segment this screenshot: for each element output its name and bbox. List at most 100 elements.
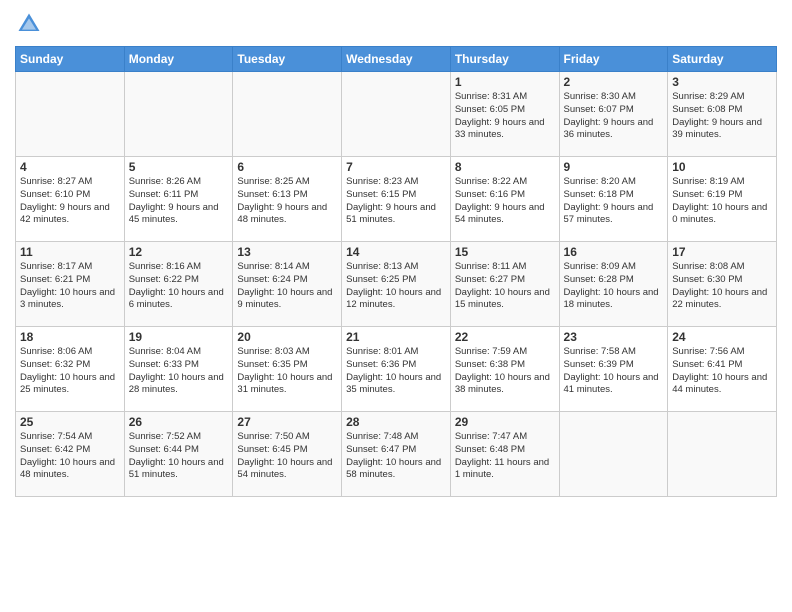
day-number: 2 bbox=[564, 75, 664, 89]
day-number: 10 bbox=[672, 160, 772, 174]
day-cell: 4 Sunrise: 8:27 AM Sunset: 6:10 PM Daylig… bbox=[16, 157, 125, 242]
calendar-page: SundayMondayTuesdayWednesdayThursdayFrid… bbox=[0, 0, 792, 612]
day-info: Sunrise: 8:20 AM Sunset: 6:18 PM Dayligh… bbox=[564, 176, 664, 227]
day-number: 7 bbox=[346, 160, 446, 174]
day-number: 28 bbox=[346, 415, 446, 429]
day-info: Sunrise: 8:13 AM Sunset: 6:25 PM Dayligh… bbox=[346, 261, 446, 312]
week-row-2: 4 Sunrise: 8:27 AM Sunset: 6:10 PM Daylig… bbox=[16, 157, 777, 242]
day-number: 18 bbox=[20, 330, 120, 344]
day-number: 3 bbox=[672, 75, 772, 89]
day-cell bbox=[342, 72, 451, 157]
day-cell: 1Sunrise: 8:31 AM Sunset: 6:05 PM Daylig… bbox=[450, 72, 559, 157]
day-cell: 22 Sunrise: 7:59 AM Sunset: 6:38 PM Dayli… bbox=[450, 327, 559, 412]
week-row-4: 18 Sunrise: 8:06 AM Sunset: 6:32 PM Dayli… bbox=[16, 327, 777, 412]
weekday-header-monday: Monday bbox=[124, 47, 233, 72]
day-info: Sunrise: 7:52 AM Sunset: 6:44 PM Dayligh… bbox=[129, 431, 229, 482]
day-cell: 29 Sunrise: 7:47 AM Sunset: 6:48 PM Dayli… bbox=[450, 412, 559, 497]
day-number: 22 bbox=[455, 330, 555, 344]
day-number: 26 bbox=[129, 415, 229, 429]
day-info: Sunrise: 8:04 AM Sunset: 6:33 PM Dayligh… bbox=[129, 346, 229, 397]
day-number: 12 bbox=[129, 245, 229, 259]
day-cell: 14 Sunrise: 8:13 AM Sunset: 6:25 PM Dayli… bbox=[342, 242, 451, 327]
day-info: Sunrise: 8:25 AM Sunset: 6:13 PM Dayligh… bbox=[237, 176, 337, 227]
day-cell: 8 Sunrise: 8:22 AM Sunset: 6:16 PM Daylig… bbox=[450, 157, 559, 242]
logo bbox=[15, 10, 47, 38]
day-cell bbox=[124, 72, 233, 157]
day-info: Sunrise: 7:54 AM Sunset: 6:42 PM Dayligh… bbox=[20, 431, 120, 482]
day-number: 11 bbox=[20, 245, 120, 259]
day-cell: 25 Sunrise: 7:54 AM Sunset: 6:42 PM Dayli… bbox=[16, 412, 125, 497]
day-cell: 3Sunrise: 8:29 AM Sunset: 6:08 PM Daylig… bbox=[668, 72, 777, 157]
week-row-5: 25 Sunrise: 7:54 AM Sunset: 6:42 PM Dayli… bbox=[16, 412, 777, 497]
day-cell: 20 Sunrise: 8:03 AM Sunset: 6:35 PM Dayli… bbox=[233, 327, 342, 412]
day-cell: 27 Sunrise: 7:50 AM Sunset: 6:45 PM Dayli… bbox=[233, 412, 342, 497]
day-cell bbox=[559, 412, 668, 497]
weekday-header-row: SundayMondayTuesdayWednesdayThursdayFrid… bbox=[16, 47, 777, 72]
day-info: Sunrise: 8:23 AM Sunset: 6:15 PM Dayligh… bbox=[346, 176, 446, 227]
day-info: Sunrise: 8:06 AM Sunset: 6:32 PM Dayligh… bbox=[20, 346, 120, 397]
weekday-header-thursday: Thursday bbox=[450, 47, 559, 72]
day-cell: 28Sunrise: 7:48 AM Sunset: 6:47 PM Dayli… bbox=[342, 412, 451, 497]
day-info: Sunrise: 8:01 AM Sunset: 6:36 PM Dayligh… bbox=[346, 346, 446, 397]
day-info: Sunrise: 7:50 AM Sunset: 6:45 PM Dayligh… bbox=[237, 431, 337, 482]
day-info: Sunrise: 8:19 AM Sunset: 6:19 PM Dayligh… bbox=[672, 176, 772, 227]
day-cell bbox=[233, 72, 342, 157]
day-cell: 17 Sunrise: 8:08 AM Sunset: 6:30 PM Dayli… bbox=[668, 242, 777, 327]
day-cell: 9Sunrise: 8:20 AM Sunset: 6:18 PM Daylig… bbox=[559, 157, 668, 242]
calendar-table: SundayMondayTuesdayWednesdayThursdayFrid… bbox=[15, 46, 777, 497]
day-number: 25 bbox=[20, 415, 120, 429]
day-number: 27 bbox=[237, 415, 337, 429]
day-cell: 10 Sunrise: 8:19 AM Sunset: 6:19 PM Dayli… bbox=[668, 157, 777, 242]
weekday-header-friday: Friday bbox=[559, 47, 668, 72]
week-row-3: 11 Sunrise: 8:17 AM Sunset: 6:21 PM Dayli… bbox=[16, 242, 777, 327]
day-info: Sunrise: 8:30 AM Sunset: 6:07 PM Dayligh… bbox=[564, 91, 664, 142]
day-cell: 2 Sunrise: 8:30 AM Sunset: 6:07 PM Daylig… bbox=[559, 72, 668, 157]
day-info: Sunrise: 8:03 AM Sunset: 6:35 PM Dayligh… bbox=[237, 346, 337, 397]
day-cell: 6 Sunrise: 8:25 AM Sunset: 6:13 PM Daylig… bbox=[233, 157, 342, 242]
day-number: 29 bbox=[455, 415, 555, 429]
weekday-header-tuesday: Tuesday bbox=[233, 47, 342, 72]
weekday-header-saturday: Saturday bbox=[668, 47, 777, 72]
day-number: 1 bbox=[455, 75, 555, 89]
day-cell: 19Sunrise: 8:04 AM Sunset: 6:33 PM Dayli… bbox=[124, 327, 233, 412]
day-number: 14 bbox=[346, 245, 446, 259]
day-info: Sunrise: 8:08 AM Sunset: 6:30 PM Dayligh… bbox=[672, 261, 772, 312]
day-number: 4 bbox=[20, 160, 120, 174]
day-number: 16 bbox=[564, 245, 664, 259]
day-info: Sunrise: 8:16 AM Sunset: 6:22 PM Dayligh… bbox=[129, 261, 229, 312]
day-number: 13 bbox=[237, 245, 337, 259]
weekday-header-wednesday: Wednesday bbox=[342, 47, 451, 72]
day-cell: 12 Sunrise: 8:16 AM Sunset: 6:22 PM Dayli… bbox=[124, 242, 233, 327]
logo-icon bbox=[15, 10, 43, 38]
day-info: Sunrise: 8:22 AM Sunset: 6:16 PM Dayligh… bbox=[455, 176, 555, 227]
day-cell: 18 Sunrise: 8:06 AM Sunset: 6:32 PM Dayli… bbox=[16, 327, 125, 412]
day-cell: 11 Sunrise: 8:17 AM Sunset: 6:21 PM Dayli… bbox=[16, 242, 125, 327]
day-cell bbox=[668, 412, 777, 497]
day-info: Sunrise: 7:59 AM Sunset: 6:38 PM Dayligh… bbox=[455, 346, 555, 397]
day-cell: 23 Sunrise: 7:58 AM Sunset: 6:39 PM Dayli… bbox=[559, 327, 668, 412]
day-cell: 26 Sunrise: 7:52 AM Sunset: 6:44 PM Dayli… bbox=[124, 412, 233, 497]
day-cell bbox=[16, 72, 125, 157]
day-cell: 21Sunrise: 8:01 AM Sunset: 6:36 PM Dayli… bbox=[342, 327, 451, 412]
day-cell: 13 Sunrise: 8:14 AM Sunset: 6:24 PM Dayli… bbox=[233, 242, 342, 327]
day-info: Sunrise: 8:17 AM Sunset: 6:21 PM Dayligh… bbox=[20, 261, 120, 312]
day-info: Sunrise: 8:27 AM Sunset: 6:10 PM Dayligh… bbox=[20, 176, 120, 227]
day-info: Sunrise: 7:58 AM Sunset: 6:39 PM Dayligh… bbox=[564, 346, 664, 397]
day-number: 17 bbox=[672, 245, 772, 259]
day-number: 6 bbox=[237, 160, 337, 174]
day-number: 8 bbox=[455, 160, 555, 174]
day-info: Sunrise: 7:47 AM Sunset: 6:48 PM Dayligh… bbox=[455, 431, 555, 482]
day-number: 5 bbox=[129, 160, 229, 174]
day-info: Sunrise: 7:56 AM Sunset: 6:41 PM Dayligh… bbox=[672, 346, 772, 397]
day-number: 23 bbox=[564, 330, 664, 344]
day-info: Sunrise: 8:14 AM Sunset: 6:24 PM Dayligh… bbox=[237, 261, 337, 312]
day-cell: 16 Sunrise: 8:09 AM Sunset: 6:28 PM Dayli… bbox=[559, 242, 668, 327]
header bbox=[15, 10, 777, 38]
day-number: 20 bbox=[237, 330, 337, 344]
day-info: Sunrise: 8:09 AM Sunset: 6:28 PM Dayligh… bbox=[564, 261, 664, 312]
weekday-header-sunday: Sunday bbox=[16, 47, 125, 72]
day-cell: 15Sunrise: 8:11 AM Sunset: 6:27 PM Dayli… bbox=[450, 242, 559, 327]
day-info: Sunrise: 8:11 AM Sunset: 6:27 PM Dayligh… bbox=[455, 261, 555, 312]
day-number: 24 bbox=[672, 330, 772, 344]
day-cell: 5Sunrise: 8:26 AM Sunset: 6:11 PM Daylig… bbox=[124, 157, 233, 242]
